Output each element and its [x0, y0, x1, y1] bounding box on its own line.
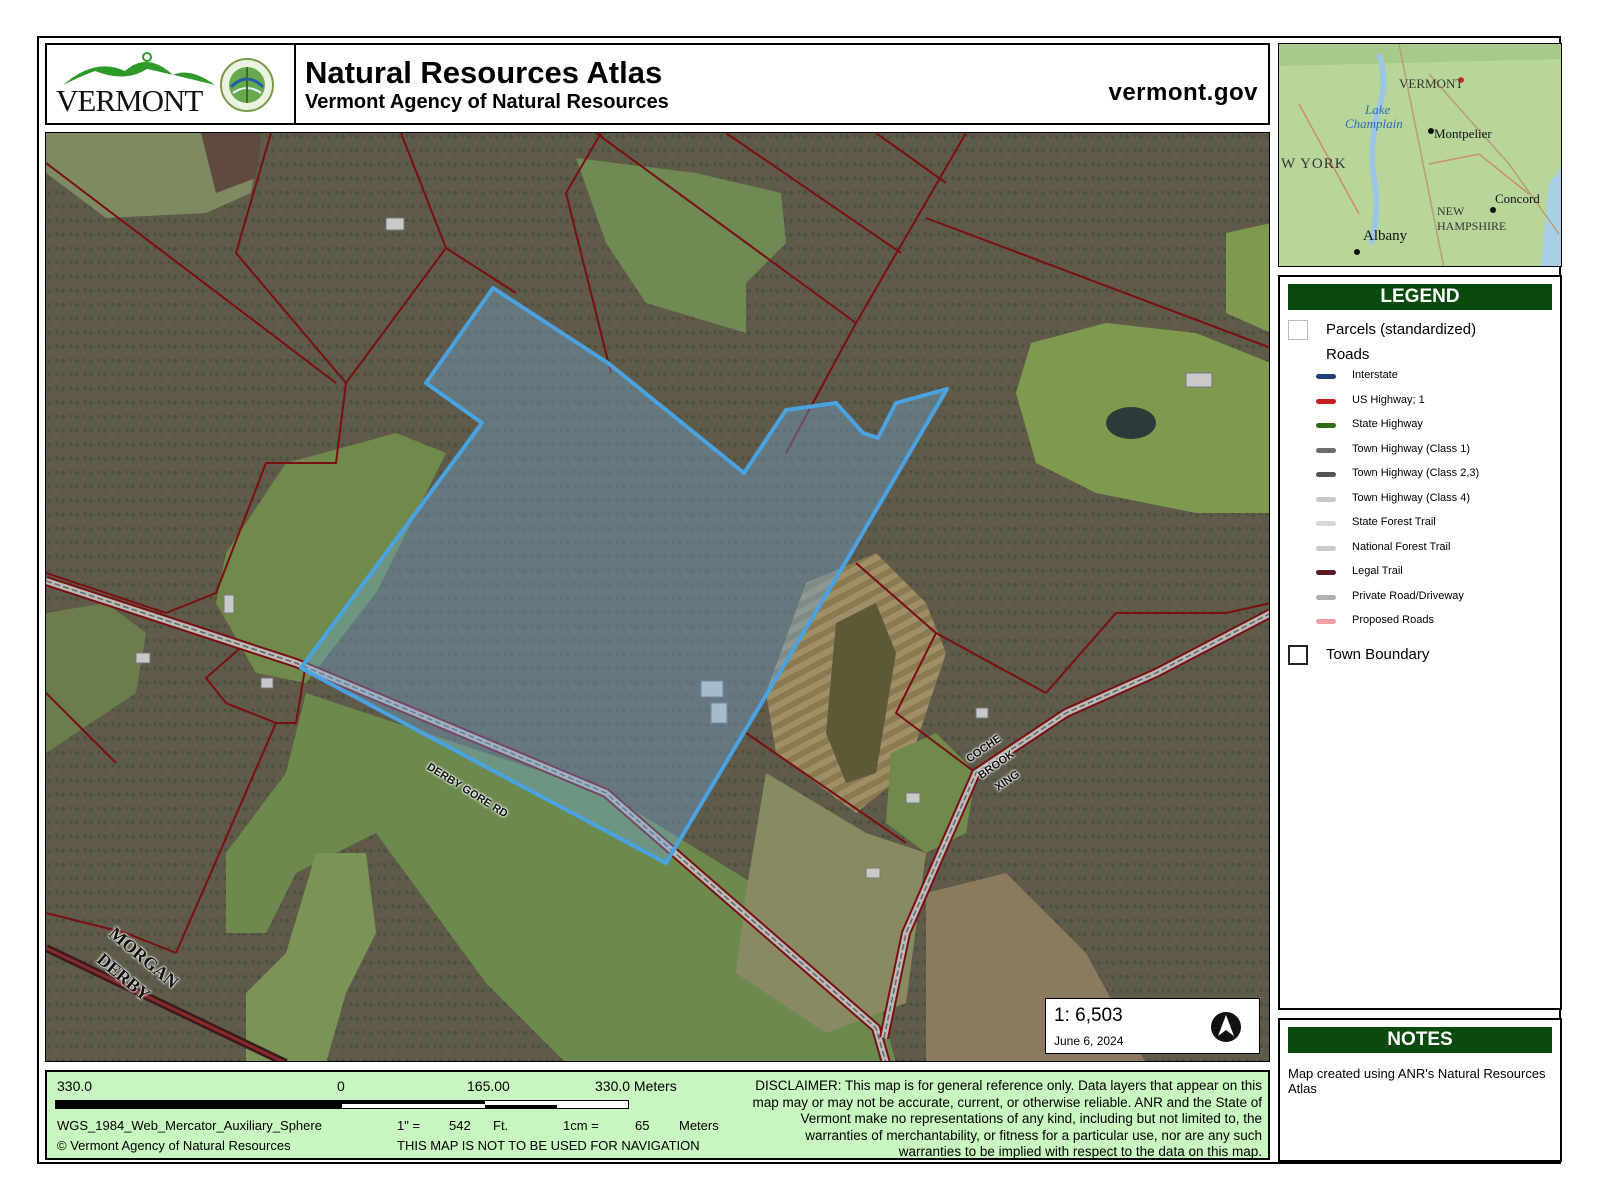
scale-left-label: 330.0 [57, 1078, 93, 1094]
road-symbol [1316, 521, 1336, 526]
scale-mid-label: 165.00 [467, 1078, 510, 1094]
scale-bar-segment [56, 1101, 342, 1108]
anr-seal-icon [220, 58, 274, 112]
road-symbol [1316, 423, 1336, 428]
inset-label-champlain: Champlain [1345, 116, 1403, 131]
road-symbol [1316, 570, 1336, 575]
legend-parcels: Parcels (standardized) [1326, 321, 1477, 338]
cm-value: 65 [635, 1118, 650, 1133]
parcel-swatch [1288, 320, 1308, 340]
vermont-logo: VERMONT [47, 45, 296, 123]
road-symbol [1316, 545, 1336, 551]
scale-bar-segment [342, 1101, 485, 1104]
notes-text: Map created using ANR's Natural Resource… [1288, 1066, 1546, 1096]
scale-bar-panel: 330.0 0 165.00 330.0 Meters WGS_1984_Web… [45, 1070, 1270, 1160]
copyright: © Vermont Agency of Natural Resources [57, 1138, 291, 1153]
legend-town-boundary: Town Boundary [1326, 646, 1430, 663]
road-legend-label: State Highway [1352, 418, 1423, 430]
inch-value: 542 [449, 1118, 471, 1133]
locator-map[interactable]: VERMONT Lake Champlain Montpelier W YORK… [1278, 43, 1562, 267]
inset-label-montpelier: Montpelier [1434, 126, 1492, 141]
aerial-map[interactable]: DERBY GORE RD COCHE BROOK XING MORGAN DE… [45, 132, 1270, 1062]
north-arrow-icon [1211, 1012, 1241, 1042]
scale-bar [55, 1100, 629, 1109]
road-symbol [1316, 594, 1336, 600]
inch-unit: Ft. [493, 1118, 509, 1133]
cm-equals: 1cm = [563, 1118, 599, 1133]
map-canvas[interactable] [46, 133, 1270, 1062]
map-scale: 1: 6,503 [1054, 1005, 1123, 1026]
road-legend-label: Proposed Roads [1352, 614, 1434, 626]
road-legend-label: US Highway; 1 [1352, 393, 1425, 406]
header: VERMONT Natural Resources Atlas Vermont … [45, 43, 1270, 125]
road-legend-label: National Forest Trail [1352, 540, 1451, 553]
logo-wordmark: VERMONT [56, 83, 203, 118]
navigation-warning: THIS MAP IS NOT TO BE USED FOR NAVIGATIO… [397, 1138, 700, 1153]
road-symbol [1316, 374, 1336, 379]
legend-title: LEGEND [1288, 284, 1552, 310]
road-legend-label: Town Highway (Class 1) [1352, 442, 1470, 455]
scale-bar-segment [485, 1105, 557, 1108]
road-symbol [1316, 496, 1336, 502]
legend-roads: Roads [1326, 346, 1370, 363]
notes-title: NOTES [1288, 1027, 1552, 1053]
scale-readout: 1: 6,503 June 6, 2024 [1045, 998, 1260, 1054]
notes-panel: NOTES Map created using ANR's Natural Re… [1278, 1018, 1562, 1162]
inset-label-albany: Albany [1363, 228, 1408, 244]
scale-zero-label: 0 [337, 1078, 345, 1094]
town-boundary-swatch [1288, 645, 1308, 665]
inch-equals: 1" = [397, 1118, 421, 1133]
inset-label-concord: Concord [1495, 191, 1540, 206]
projection-label: WGS_1984_Web_Mercator_Auxiliary_Sphere [57, 1118, 322, 1133]
legend-panel: LEGEND Parcels (standardized) Roads Inte… [1278, 275, 1562, 1010]
inset-label-new-york: W YORK [1281, 156, 1347, 172]
road-legend-label: Town Highway (Class 2,3) [1352, 467, 1480, 479]
road-symbol [1316, 398, 1336, 404]
road-legend-label: Interstate [1352, 369, 1398, 381]
inset-label-hampshire: HAMPSHIRE [1437, 219, 1507, 233]
page-subtitle: Vermont Agency of Natural Resources [305, 91, 669, 113]
site-link[interactable]: vermont.gov [1108, 79, 1258, 107]
cm-unit: Meters [679, 1118, 719, 1133]
road-symbol [1316, 619, 1336, 624]
map-date: June 6, 2024 [1054, 1034, 1124, 1048]
inset-label-vermont: VERMONT [1399, 76, 1464, 91]
page-title: Natural Resources Atlas [305, 55, 663, 90]
road-symbol [1316, 472, 1336, 477]
road-legend-label: State Forest Trail [1352, 516, 1436, 528]
pond [1106, 407, 1156, 439]
inset-label-new: NEW [1437, 204, 1465, 218]
road-legend-label: Legal Trail [1352, 565, 1403, 577]
disclaimer: DISCLAIMER: This map is for general refe… [752, 1078, 1263, 1159]
scale-right-label: 330.0 Meters [595, 1078, 677, 1094]
road-legend-label: Private Road/Driveway [1352, 589, 1464, 602]
road-legend-label: Town Highway (Class 4) [1352, 491, 1470, 504]
road-symbol [1316, 447, 1336, 453]
